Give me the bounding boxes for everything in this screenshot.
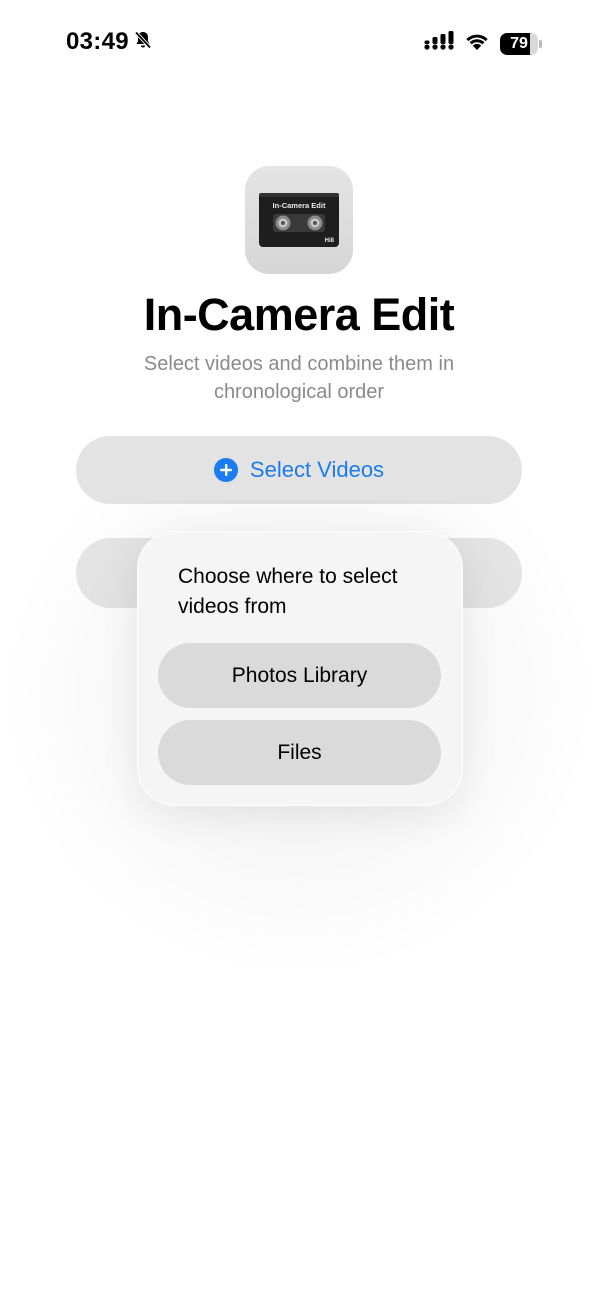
popup-title: Choose where to select videos from [178,565,398,618]
app-subtitle: Select videos and combine them in chrono… [143,353,455,403]
files-label: Files [277,740,322,764]
wifi-icon [464,31,490,56]
app-icon: In-Camera Edit Hi8 [245,166,353,274]
select-videos-label: Select Videos [249,457,385,482]
app-title: In-Camera Edit [143,289,455,340]
battery-level: 79 [510,34,528,52]
cassette-label: In-Camera Edit [273,201,326,210]
select-videos-button[interactable]: Select Videos [76,436,522,504]
status-right-icons: 79 [424,31,542,56]
cassette-icon: In-Camera Edit Hi8 [259,193,339,247]
battery-cap [539,39,542,48]
plus-circle-icon [213,458,238,482]
cassette-badge: Hi8 [325,238,335,244]
battery-body: 79 [500,32,538,55]
cellular-signal-icon [424,31,454,56]
photos-library-button[interactable]: Photos Library [158,643,441,708]
source-picker-popup: Choose where to select videos from Photo… [137,531,463,806]
battery-icon: 79 [500,32,542,55]
time-group: 03:49 [66,28,153,56]
status-time: 03:49 [66,28,129,55]
status-bar: 03:49 79 [0,0,598,90]
photos-library-label: Photos Library [231,663,368,687]
bell-slash-icon [133,30,153,55]
files-button[interactable]: Files [158,720,441,785]
